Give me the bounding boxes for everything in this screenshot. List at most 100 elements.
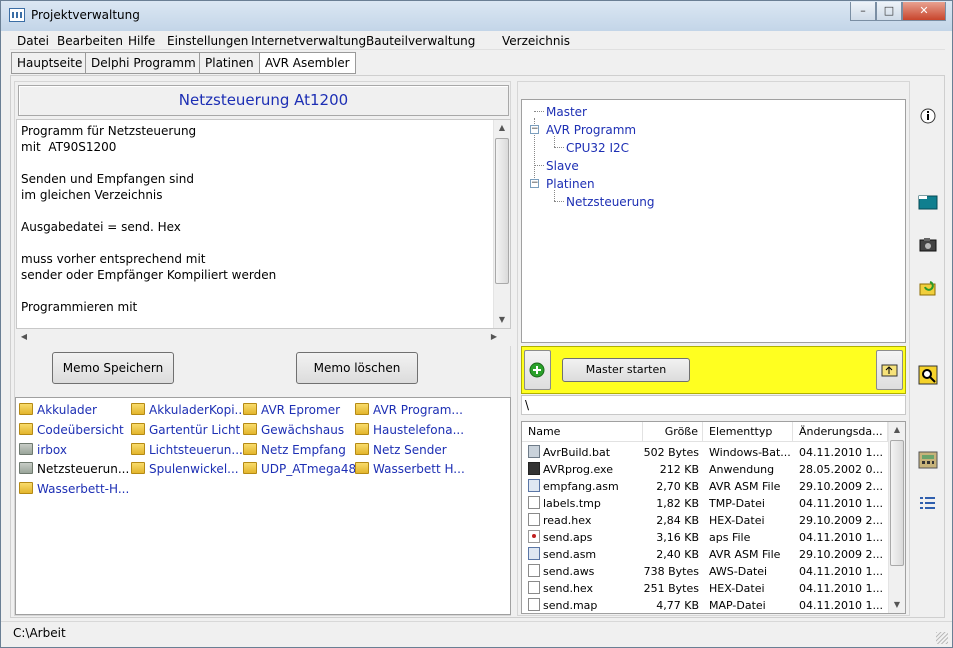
- title-bar[interactable]: Projektverwaltung – □ ✕: [1, 1, 952, 31]
- file-row[interactable]: AVRprog.exe 212 KB Anwendung 28.05.2002 0..…: [522, 461, 888, 478]
- file-row[interactable]: send.hex 251 Bytes HEX-Datei 04.11.2010 1..…: [522, 580, 888, 597]
- path-field[interactable]: \: [521, 395, 906, 415]
- scroll-left-icon[interactable]: ◀: [16, 329, 32, 345]
- tab-delphi-programm[interactable]: Delphi Programm: [85, 52, 202, 74]
- tree-node-platinen[interactable]: Platinen: [546, 176, 595, 192]
- calculator-icon[interactable]: [918, 451, 938, 469]
- file-list-scrollbar[interactable]: ▲ ▼: [888, 422, 905, 613]
- scroll-up-icon[interactable]: ▲: [494, 120, 510, 136]
- folder-item[interactable]: Wasserbett-H...: [19, 480, 129, 498]
- tree-node-netzsteuerung[interactable]: Netzsteuerung: [566, 194, 654, 210]
- column-type[interactable]: Elementtyp: [703, 422, 793, 442]
- scroll-down-icon[interactable]: ▼: [889, 597, 905, 613]
- file-row[interactable]: AvrBuild.bat 502 Bytes Windows-Bat... 04.11…: [522, 444, 888, 461]
- maximize-button[interactable]: □: [876, 2, 902, 21]
- file-list[interactable]: Name Größe Elementtyp Änderungsda... Avr…: [521, 421, 906, 614]
- folder-item-selected[interactable]: Netzsteuerun...: [19, 460, 129, 478]
- file-row[interactable]: send.map 4,77 KB MAP-Datei 04.11.2010 1...: [522, 597, 888, 613]
- folder-item[interactable]: Netz Empfang: [243, 441, 346, 459]
- tree-node-master[interactable]: Master: [546, 104, 587, 120]
- master-start-button[interactable]: Master starten: [562, 358, 690, 382]
- menu-bauteilverwaltung[interactable]: Bauteilverwaltung: [366, 34, 475, 48]
- add-button[interactable]: [524, 350, 551, 390]
- folder-item[interactable]: irbox: [19, 441, 67, 459]
- folder-icon: [19, 482, 33, 494]
- column-date[interactable]: Änderungsda...: [793, 422, 888, 442]
- close-button[interactable]: ✕: [902, 2, 946, 21]
- file-row[interactable]: send.aps 3,16 KB aps File 04.11.2010 1...: [522, 529, 888, 546]
- menu-hilfe[interactable]: Hilfe: [128, 34, 155, 48]
- folder-icon: [243, 423, 257, 435]
- memo-delete-button[interactable]: Memo löschen: [296, 352, 418, 384]
- folder-item[interactable]: Wasserbett H...: [355, 460, 465, 478]
- tree-node-cpu32-i2c[interactable]: CPU32 I2C: [566, 140, 629, 156]
- file-row[interactable]: send.asm 2,40 KB AVR ASM File 29.10.2009 2.…: [522, 546, 888, 563]
- scroll-up-icon[interactable]: ▲: [889, 422, 905, 438]
- resize-grip[interactable]: [936, 632, 948, 644]
- menu-verzeichnis[interactable]: Verzeichnis: [502, 34, 570, 48]
- info-icon[interactable]: [918, 107, 938, 125]
- folder-item[interactable]: Haustelefona...: [355, 421, 464, 439]
- camera-icon[interactable]: [918, 236, 938, 254]
- file-date: 04.11.2010 1...: [799, 599, 883, 612]
- folder-item[interactable]: AVR Program...: [355, 401, 463, 419]
- folder-item[interactable]: Gartentür Licht: [131, 421, 240, 439]
- folder-item[interactable]: Lichtsteuerun...: [131, 441, 243, 459]
- memo-save-button[interactable]: Memo Speichern: [52, 352, 174, 384]
- status-path: C:\Arbeit: [13, 626, 66, 640]
- scroll-down-icon[interactable]: ▼: [494, 312, 510, 328]
- file-name: send.hex: [528, 580, 643, 597]
- folder-item[interactable]: Gewächshaus: [243, 421, 344, 439]
- file-row[interactable]: empfang.asm 2,70 KB AVR ASM File 29.10.2009…: [522, 478, 888, 495]
- memo-editor[interactable]: Programm für Netzsteuerung mit AT90S1200…: [16, 119, 511, 329]
- file-doc-icon: [528, 598, 540, 611]
- scroll-thumb[interactable]: [890, 440, 904, 566]
- scroll-thumb[interactable]: [495, 138, 509, 284]
- folder-item[interactable]: Spulenwickel...: [131, 460, 239, 478]
- folder-open-icon[interactable]: [918, 193, 938, 211]
- menu-bearbeiten[interactable]: Bearbeiten: [57, 34, 123, 48]
- folder-item[interactable]: AkkuladerKopi...: [131, 401, 246, 419]
- scroll-right-icon[interactable]: ▶: [486, 329, 502, 345]
- folder-list[interactable]: Akkulader AkkuladerKopi... AVR Epromer A…: [15, 397, 511, 615]
- tree-node-avr-programm[interactable]: AVR Programm: [546, 122, 636, 138]
- folder-item[interactable]: Netz Sender: [355, 441, 447, 459]
- magnifier-icon[interactable]: [918, 365, 938, 385]
- memo-vertical-scrollbar[interactable]: ▲ ▼: [493, 120, 510, 328]
- file-size: 738 Bytes: [643, 565, 699, 578]
- file-type: TMP-Datei: [709, 497, 765, 510]
- file-type: HEX-Datei: [709, 582, 765, 595]
- file-row[interactable]: labels.tmp 1,82 KB TMP-Datei 04.11.2010 1..…: [522, 495, 888, 512]
- folder-item[interactable]: Codeübersicht: [19, 421, 124, 439]
- project-tree[interactable]: Master − AVR Programm CPU32 I2C Slave − …: [521, 99, 906, 343]
- file-row[interactable]: read.hex 2,84 KB HEX-Datei 29.10.2009 2...: [522, 512, 888, 529]
- tree-node-slave[interactable]: Slave: [546, 158, 579, 174]
- folder-refresh-icon[interactable]: [918, 279, 938, 297]
- collapse-icon[interactable]: −: [530, 125, 539, 134]
- folder-up-button[interactable]: [876, 350, 903, 390]
- column-name[interactable]: Name: [522, 422, 643, 442]
- minimize-button[interactable]: –: [850, 2, 876, 21]
- file-size: 1,82 KB: [656, 497, 699, 510]
- file-date: 04.11.2010 1...: [799, 565, 883, 578]
- file-row[interactable]: send.aws 738 Bytes AWS-Datei 04.11.2010 1..…: [522, 563, 888, 580]
- folder-item[interactable]: AVR Epromer: [243, 401, 340, 419]
- tab-avr-asembler[interactable]: AVR Asembler: [259, 52, 356, 74]
- file-size: 2,40 KB: [656, 548, 699, 561]
- tab-hauptseite[interactable]: Hauptseite: [11, 52, 89, 74]
- file-doc-icon: [528, 564, 540, 577]
- menu-internetverwaltung[interactable]: Internetverwaltung: [251, 34, 366, 48]
- folder-item[interactable]: Akkulader: [19, 401, 97, 419]
- menu-datei[interactable]: Datei: [17, 34, 49, 48]
- tab-platinen[interactable]: Platinen: [199, 52, 260, 74]
- collapse-icon[interactable]: −: [530, 179, 539, 188]
- file-name: send.aps: [528, 529, 643, 546]
- memo-text[interactable]: Programm für Netzsteuerung mit AT90S1200…: [21, 123, 491, 315]
- folder-item[interactable]: UDP_ATmega48: [243, 460, 356, 478]
- menu-einstellungen[interactable]: Einstellungen: [167, 34, 248, 48]
- file-date: 28.05.2002 0...: [799, 463, 883, 476]
- list-icon[interactable]: [918, 494, 938, 512]
- column-size[interactable]: Größe: [643, 422, 703, 442]
- folder-icon: [131, 443, 145, 455]
- memo-horizontal-scrollbar[interactable]: ◀ ▶: [16, 329, 511, 346]
